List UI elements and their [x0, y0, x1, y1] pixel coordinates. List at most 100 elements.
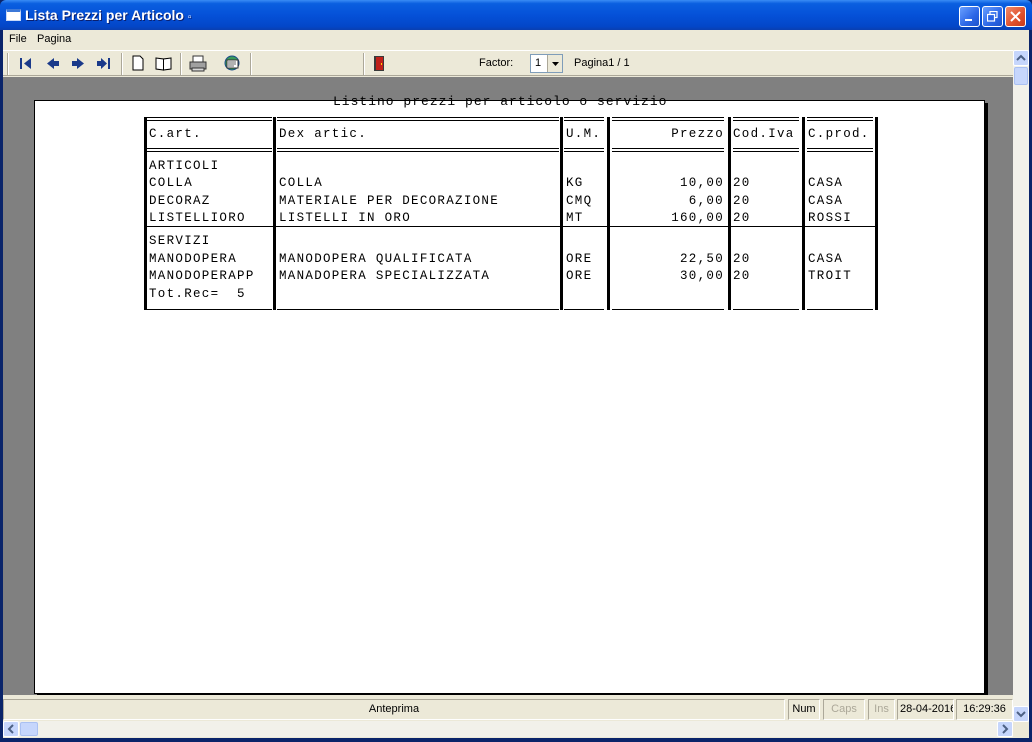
exit-button[interactable] [369, 54, 389, 73]
row-price: 22,50 [679, 252, 724, 266]
table-rule [733, 117, 799, 118]
restore-icon [987, 11, 998, 22]
row-desc: COLLA [279, 176, 324, 190]
row-code: LISTELLIORO [149, 211, 246, 225]
export-button[interactable] [222, 54, 242, 73]
scroll-up-button[interactable] [1013, 50, 1029, 66]
scroll-left-button[interactable] [3, 721, 19, 737]
last-page-icon [97, 58, 110, 69]
chevron-down-icon [1016, 711, 1026, 718]
two-pages-button[interactable] [154, 54, 174, 73]
table-rule [807, 309, 873, 310]
column-header: C.art. [149, 127, 202, 141]
table-rule [147, 151, 272, 152]
app-window-icon[interactable] [6, 9, 21, 21]
menu-pagina[interactable]: Pagina [37, 33, 71, 45]
window-title: Lista Prezzi per Articolo ▫ [25, 7, 191, 23]
title-bar[interactable]: Lista Prezzi per Articolo ▫ [0, 0, 1032, 30]
row-code: DECORAZ [149, 194, 211, 208]
table-rule [564, 151, 604, 152]
table-rule [147, 309, 272, 310]
print-icon [189, 55, 207, 72]
row-iva: 20 [733, 269, 751, 283]
column-header: C.prod. [808, 127, 870, 141]
two-pages-icon [155, 57, 172, 71]
table-rule [147, 120, 272, 121]
row-desc: LISTELLI IN ORO [279, 211, 412, 225]
horizontal-scroll-thumb[interactable] [20, 722, 38, 736]
column-border [560, 117, 563, 310]
row-iva: 20 [733, 252, 751, 266]
table-rule [564, 117, 604, 118]
window-title-text: Lista Prezzi per Articolo [25, 7, 184, 23]
row-price: 6,00 [688, 194, 724, 208]
row-iva: 20 [733, 211, 751, 225]
row-price: 10,00 [679, 176, 724, 190]
row-prod: TROIT [808, 269, 853, 283]
table-rule [612, 120, 724, 121]
factor-value: 1 [535, 57, 542, 69]
next-page-button[interactable] [68, 54, 88, 73]
menu-file[interactable]: File [9, 33, 27, 45]
horizontal-scrollbar[interactable] [3, 721, 1013, 737]
window-title-suffix: ▫ [187, 12, 192, 23]
factor-label: Factor: [479, 57, 514, 69]
column-border [607, 117, 610, 310]
column-header: Prezzo [671, 127, 724, 141]
export-icon [224, 55, 240, 71]
row-desc: MANADOPERA SPECIALIZZATA [279, 269, 491, 283]
chevron-left-icon [7, 724, 14, 734]
row-price: 160,00 [671, 211, 724, 225]
row-um: ORE [566, 269, 593, 283]
scroll-right-button[interactable] [997, 721, 1013, 737]
row-code: MANODOPERA [149, 252, 238, 266]
group-heading: ARTICOLI [149, 159, 220, 173]
table-rule [733, 309, 799, 310]
row-um: KG [566, 176, 584, 190]
table-rule [564, 120, 604, 121]
table-rule [277, 309, 559, 310]
record-total: Tot.Rec= 5 [149, 287, 246, 301]
status-time: 16:29:36 [956, 699, 1013, 720]
chevron-right-icon [1002, 724, 1009, 734]
row-um: ORE [566, 252, 593, 266]
last-page-button[interactable] [95, 54, 115, 73]
row-prod: CASA [808, 194, 844, 208]
application-window: Lista Prezzi per Articolo ▫ File Pagina [0, 0, 1032, 742]
page-indicator: Pagina1 / 1 [574, 57, 630, 69]
factor-dropdown-button[interactable] [547, 55, 562, 72]
table-rule [807, 151, 873, 152]
vertical-scroll-thumb[interactable] [1014, 67, 1028, 85]
first-page-icon [20, 58, 31, 69]
close-button[interactable] [1005, 6, 1026, 27]
scroll-down-button[interactable] [1013, 706, 1029, 722]
table-rule [612, 151, 724, 152]
chevron-down-icon [552, 62, 559, 66]
menu-bar: File Pagina [3, 30, 1029, 49]
print-preview-area[interactable]: Listino prezzi per articolo o servizio C… [3, 77, 1013, 695]
table-rule [733, 148, 799, 149]
column-border [273, 117, 276, 310]
column-header: Dex artic. [279, 127, 368, 141]
vertical-scrollbar[interactable] [1013, 50, 1029, 722]
chevron-up-icon [1016, 54, 1026, 61]
print-button[interactable] [188, 54, 208, 73]
toolbar-separator [250, 53, 252, 75]
table-rule [807, 120, 873, 121]
row-um: MT [566, 211, 584, 225]
row-desc: MANODOPERA QUALIFICATA [279, 252, 473, 266]
prev-page-button[interactable] [43, 54, 63, 73]
single-page-icon [132, 55, 144, 71]
single-page-button[interactable] [128, 54, 148, 73]
table-rule [807, 117, 873, 118]
table-rule [277, 117, 559, 118]
restore-button[interactable] [982, 6, 1003, 27]
first-page-button[interactable] [16, 54, 36, 73]
row-prod: ROSSI [808, 211, 853, 225]
group-separator [147, 226, 875, 227]
minimize-button[interactable] [959, 6, 980, 27]
factor-select[interactable]: 1 [530, 54, 563, 73]
table-rule [277, 148, 559, 149]
status-mode: Anteprima [3, 699, 785, 720]
table-rule [612, 117, 724, 118]
